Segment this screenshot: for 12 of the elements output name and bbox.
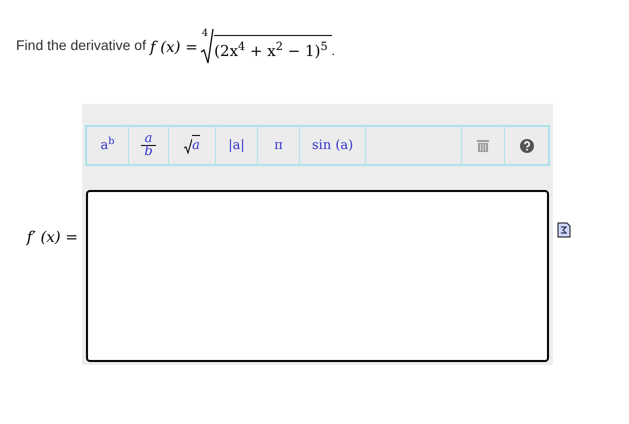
radical-sign-icon — [200, 28, 214, 64]
radicand-expression: (2x$^{4}$ + x$^{2}$ − 1)$^{5}$ — [214, 34, 332, 62]
answer-label: f′ (x) = — [26, 227, 78, 248]
function-expression: f (x) = — [150, 36, 198, 58]
radical-icon — [184, 138, 192, 154]
document-icon — [557, 222, 571, 238]
trash-icon — [477, 139, 489, 152]
help-icon — [520, 138, 534, 152]
answer-field[interactable] — [86, 190, 549, 362]
root-index: 4 — [202, 27, 208, 41]
period-text: . — [332, 43, 335, 60]
question-text: Find the derivative of — [16, 36, 146, 55]
